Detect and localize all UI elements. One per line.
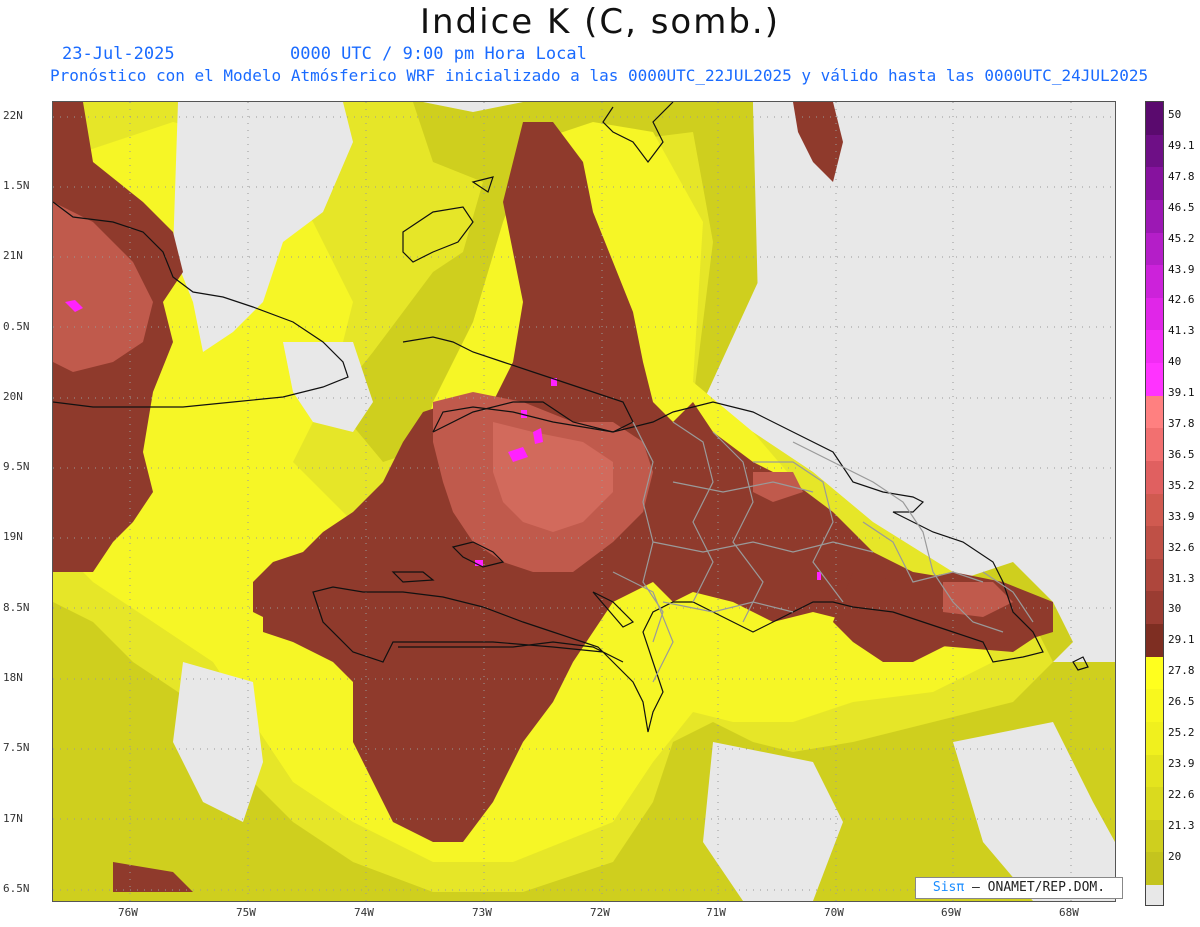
colorbar-label: 20 <box>1168 849 1182 863</box>
colorbar-label: 50 <box>1168 108 1182 121</box>
credit-text: – ONAMET/REP.DOM. <box>964 880 1106 895</box>
lon-label: 70W <box>824 906 844 919</box>
colorbar-cell <box>1146 330 1163 364</box>
lat-label: 8.5N <box>3 601 30 614</box>
colorbar-label: 35.2 <box>1168 478 1195 492</box>
lat-label: 1.5N <box>3 179 30 192</box>
k-index-map <box>53 102 1115 901</box>
colorbar <box>1145 101 1164 906</box>
colorbar-cell <box>1146 102 1163 136</box>
magenta-spot <box>817 572 821 580</box>
lat-label: 18N <box>3 671 23 684</box>
colorbar-label: 21.3 <box>1168 818 1195 832</box>
colorbar-label: 41.3 <box>1168 324 1195 338</box>
lon-label: 74W <box>354 906 374 919</box>
colorbar-cell <box>1146 428 1163 462</box>
colorbar-cell <box>1146 624 1163 658</box>
credit-box: Sisπ – ONAMET/REP.DOM. <box>915 877 1123 899</box>
colorbar-label: 27.8 <box>1168 664 1195 678</box>
colorbar-cell <box>1146 297 1163 331</box>
colorbar-cell-nodata <box>1146 885 1163 905</box>
colorbar-cell <box>1146 656 1163 690</box>
colorbar-label: 30 <box>1168 602 1182 616</box>
colorbar-label: 37.8 <box>1168 417 1195 430</box>
colorbar-cell <box>1146 167 1163 201</box>
lat-label: 6.5N <box>3 882 30 895</box>
lon-label: 72W <box>590 906 610 919</box>
colorbar-label: 31.3 <box>1168 571 1195 585</box>
colorbar-label: 40 <box>1168 355 1182 369</box>
forecast-time: 0000 UTC / 9:00 pm Hora Local <box>290 44 587 64</box>
forecast-date: 23-Jul-2025 <box>62 44 175 64</box>
colorbar-cell <box>1146 591 1163 625</box>
lon-label: 69W <box>941 906 961 919</box>
colorbar-label: 43.9 <box>1168 262 1195 276</box>
colorbar-label: 45.2 <box>1168 231 1195 245</box>
lat-label: 9.5N <box>3 460 30 473</box>
colorbar-cell <box>1146 787 1163 821</box>
colorbar-label: 49.1 <box>1168 138 1195 152</box>
sispi-logo: Sisπ <box>932 880 965 895</box>
colorbar-label: 29.1 <box>1168 633 1195 647</box>
colorbar-cell <box>1146 721 1163 755</box>
colorbar-label: 33.9 <box>1168 509 1195 523</box>
colorbar-cell <box>1146 852 1163 886</box>
colorbar-label: 36.5 <box>1168 447 1195 461</box>
colorbar-label: 46.5 <box>1168 200 1195 214</box>
lon-label: 76W <box>118 906 138 919</box>
lon-label: 71W <box>706 906 726 919</box>
map-panel <box>52 101 1116 902</box>
lat-label: 7.5N <box>3 741 30 754</box>
colorbar-label: 47.8 <box>1168 169 1195 183</box>
colorbar-cell <box>1146 754 1163 788</box>
lat-label: 21N <box>3 249 23 262</box>
lat-label: 17N <box>3 812 23 825</box>
colorbar-cell <box>1146 558 1163 592</box>
colorbar-cell <box>1146 493 1163 527</box>
lat-label: 20N <box>3 390 23 403</box>
lat-label: 22N <box>3 109 23 122</box>
colorbar-cell <box>1146 395 1163 429</box>
colorbar-cell <box>1146 199 1163 233</box>
colorbar-label: 42.6 <box>1168 293 1195 307</box>
colorbar-cell <box>1146 526 1163 560</box>
colorbar-cell <box>1146 363 1163 397</box>
colorbar-label: 39.1 <box>1168 386 1195 400</box>
colorbar-cell <box>1146 819 1163 853</box>
lat-label: 0.5N <box>3 320 30 333</box>
colorbar-cell <box>1146 232 1163 266</box>
lon-label: 68W <box>1059 906 1079 919</box>
lat-label: 19N <box>3 530 23 543</box>
colorbar-cell <box>1146 265 1163 299</box>
lon-label: 75W <box>236 906 256 919</box>
colorbar-cell <box>1146 460 1163 494</box>
lon-label: 73W <box>472 906 492 919</box>
colorbar-label: 32.6 <box>1168 540 1195 554</box>
colorbar-cell <box>1146 134 1163 168</box>
map-title: Indice K (C, somb.) <box>419 2 781 42</box>
forecast-description: Pronóstico con el Modelo Atmósferico WRF… <box>50 66 1149 85</box>
colorbar-label: 25.2 <box>1168 726 1195 739</box>
colorbar-label: 23.9 <box>1168 756 1195 770</box>
colorbar-cell <box>1146 689 1163 723</box>
colorbar-label: 26.5 <box>1168 695 1195 709</box>
colorbar-label: 22.6 <box>1168 787 1195 801</box>
